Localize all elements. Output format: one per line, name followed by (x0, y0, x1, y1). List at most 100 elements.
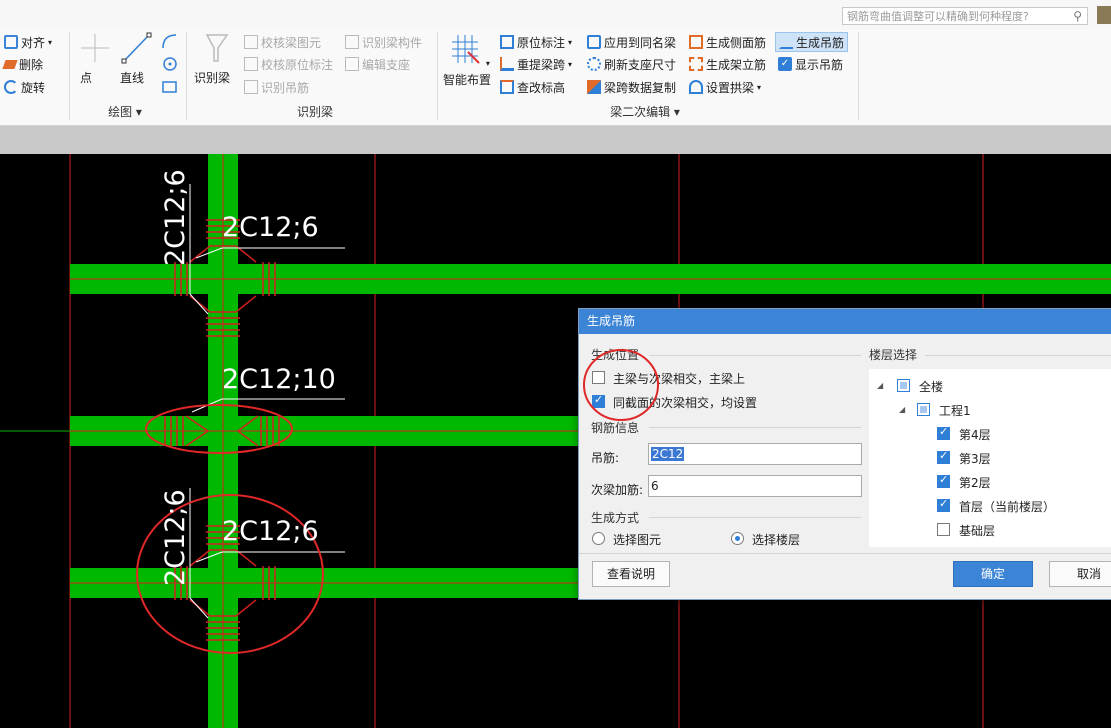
draw-shape-icons[interactable] (160, 32, 180, 96)
align-label: 对齐 (21, 35, 46, 50)
check-elevation-button[interactable]: 查改标高 (500, 78, 565, 96)
divider (649, 517, 861, 518)
check-elevation-label: 查改标高 (517, 80, 566, 95)
line-button[interactable]: 直线 (120, 32, 154, 85)
check-beam-label: 校核梁图元 (261, 35, 322, 50)
smart-layout-icon (452, 35, 480, 64)
hanger-input-value: 2C12 (651, 447, 685, 461)
floor-item[interactable]: 第3层 (959, 450, 991, 467)
funnel-icon (244, 57, 258, 71)
side-rebar-icon (689, 35, 703, 49)
set-arch-beam-button[interactable]: 设置拱梁 ▾ (689, 78, 761, 96)
tree-checkbox-project[interactable] (917, 403, 930, 416)
checkbox-checked-icon: ✓ (778, 57, 792, 71)
refresh-icon (587, 57, 601, 71)
delete-button[interactable]: 删除 (2, 55, 44, 73)
cancel-button[interactable]: 取消 (1049, 561, 1111, 587)
divider (925, 355, 1111, 356)
components-icon (345, 35, 359, 49)
smart-layout-label: 智能布置 (443, 73, 492, 87)
tree-item-all[interactable]: 全楼 (919, 378, 943, 395)
point-label: 点 (80, 71, 93, 85)
hanger-input[interactable]: 2C12 (648, 443, 862, 465)
recognize-beam-button[interactable]: 识别梁 (194, 32, 238, 85)
search-box[interactable]: 钢筋弯曲值调整可以精确到何种程度? ⚲ (842, 7, 1088, 25)
divider (649, 427, 861, 428)
rotate-button[interactable]: 旋转 (4, 78, 45, 96)
orig-mark-icon (500, 35, 514, 49)
floor-tree: ◢ 全楼 ◢ 工程1 第4层 第3层 第2层 首层（当前楼层） 基础层 (869, 369, 1111, 547)
rebar-label[interactable]: 2C12;6 (222, 212, 319, 243)
align-button[interactable]: 对齐 ▾ (4, 33, 52, 51)
method-floor-radio[interactable] (731, 532, 744, 545)
floor-item[interactable]: 首层（当前楼层） (959, 498, 1055, 515)
separator (858, 32, 859, 120)
search-icon[interactable]: ⚲ (1073, 7, 1082, 25)
secondary-add-input[interactable]: 6 (648, 475, 862, 497)
floor-item[interactable]: 第4层 (959, 426, 991, 443)
floor-item[interactable]: 基础层 (959, 522, 995, 539)
edit-support-label: 编辑支座 (362, 57, 411, 72)
gen-frame-rebar-button[interactable]: 生成架立筋 (689, 55, 766, 73)
apply-icon (587, 35, 601, 49)
refresh-support-button[interactable]: 刷新支座尺寸 (587, 55, 676, 73)
generate-hanger-dialog: 生成吊筋 生成位置 主梁与次梁相交，主梁上 同截面的次梁相交，均设置 钢筋信息 … (578, 308, 1111, 600)
elevation-icon (500, 80, 514, 94)
arch-icon (689, 80, 703, 94)
title-bar: 钢筋弯曲值调整可以精确到何种程度? ⚲ (0, 0, 1111, 30)
floor-item[interactable]: 第2层 (959, 474, 991, 491)
recognize-hanger-button[interactable]: 识别吊筋 (244, 78, 309, 96)
hanger-icon (779, 35, 793, 49)
reextract-span-button[interactable]: 重提梁跨 ▾ (500, 55, 572, 73)
funnel-icon (244, 35, 258, 49)
orig-mark-button[interactable]: 原位标注 ▾ (500, 33, 572, 51)
rebar-section-title: 钢筋信息 (591, 421, 640, 435)
copy-span-button[interactable]: 梁跨数据复制 (587, 78, 676, 96)
help-button[interactable]: 查看说明 (592, 561, 670, 587)
rebar-label[interactable]: 2C12;10 (222, 364, 336, 395)
separator (186, 32, 187, 120)
user-avatar-icon[interactable] (1097, 6, 1111, 24)
check-orig-mark-button[interactable]: 校核原位标注 (244, 55, 333, 73)
canvas-header-band (0, 126, 1111, 154)
edit-support-button[interactable]: 编辑支座 (345, 55, 410, 73)
expand-arrow-icon[interactable]: ◢ (877, 381, 883, 390)
hanger-field-label: 吊筋: (591, 451, 620, 465)
apply-same-name-button[interactable]: 应用到同名梁 (587, 33, 676, 51)
dialog-title[interactable]: 生成吊筋 (579, 309, 1111, 334)
secondary-edit-group-label[interactable]: 梁二次编辑 ▾ (600, 103, 690, 120)
line-icon (121, 32, 152, 64)
tree-checkbox-all[interactable] (897, 379, 910, 392)
check-beam-button[interactable]: 校核梁图元 (244, 33, 321, 51)
gen-side-rebar-button[interactable]: 生成侧面筋 (689, 33, 766, 51)
gen-hanger-button[interactable]: 生成吊筋 (775, 32, 849, 52)
recognize-components-button[interactable]: 识别梁构件 (345, 33, 422, 51)
show-hanger-label: 显示吊筋 (795, 57, 844, 72)
search-placeholder: 钢筋弯曲值调整可以精确到何种程度? (847, 10, 1029, 23)
show-hanger-checkbox[interactable]: ✓ 显示吊筋 (778, 55, 843, 73)
ok-button[interactable]: 确定 (953, 561, 1033, 587)
method-element-radio[interactable] (592, 532, 605, 545)
separator (69, 32, 70, 120)
gen-side-label: 生成侧面筋 (706, 35, 767, 50)
reextract-span-icon (500, 57, 514, 71)
floor-checkbox[interactable] (937, 449, 950, 464)
tree-item-project[interactable]: 工程1 (939, 402, 971, 419)
floor-checkbox[interactable] (937, 523, 950, 536)
refresh-support-label: 刷新支座尺寸 (604, 57, 677, 72)
divider (579, 553, 1111, 554)
floor-checkbox[interactable] (937, 497, 950, 512)
copy-icon (587, 80, 601, 94)
rebar-label[interactable]: 2C12;6 (222, 516, 319, 547)
expand-arrow-icon[interactable]: ◢ (899, 405, 905, 414)
secondary-add-label: 次梁加筋: (591, 483, 644, 497)
smart-layout-button[interactable]: 智能布置 ▾ (443, 32, 495, 87)
method-floor-label: 选择楼层 (752, 533, 801, 547)
floor-checkbox[interactable] (937, 473, 950, 488)
floor-checkbox[interactable] (937, 425, 950, 440)
rebar-label-vertical[interactable]: 2C12;6 (160, 169, 200, 266)
delete-label: 删除 (19, 57, 44, 72)
point-button[interactable]: 点 (80, 32, 110, 85)
draw-group-label[interactable]: 绘图 ▾ (90, 103, 160, 120)
rebar-label-vertical[interactable]: 2C12;6 (160, 489, 191, 586)
